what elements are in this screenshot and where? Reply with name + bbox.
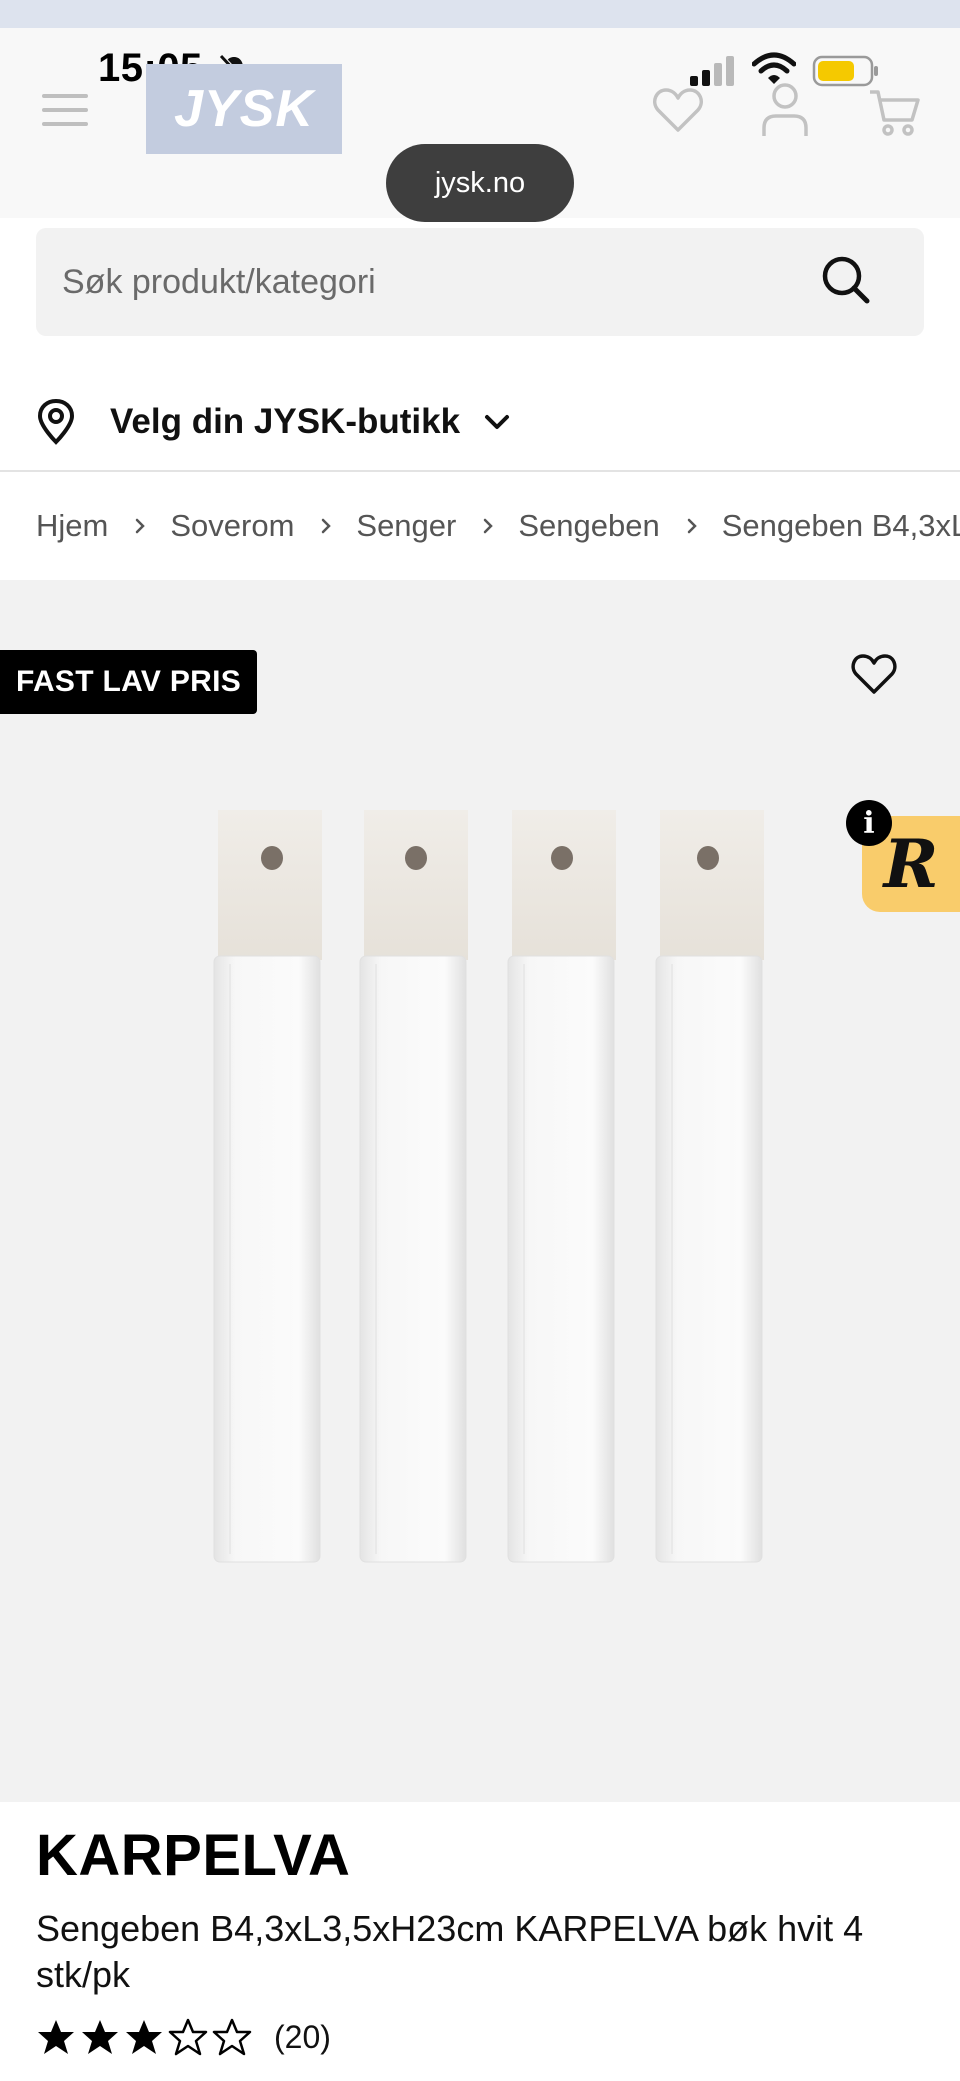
breadcrumb-item-current: Sengeben B4,3xL3: [721, 508, 960, 543]
store-selector-label: Velg din JYSK-butikk: [110, 402, 461, 441]
bed-leg-2: [359, 810, 468, 1563]
bed-leg-3: [507, 810, 616, 1563]
product-image[interactable]: [200, 806, 780, 1568]
battery-icon: [812, 55, 878, 87]
star-empty-icon: [212, 2018, 252, 2056]
chevron-down-icon: [485, 415, 510, 429]
add-to-wishlist-heart-icon[interactable]: [850, 652, 898, 696]
user-account-icon[interactable]: [760, 82, 810, 138]
breadcrumb: Hjem Soverom Senger Sengeben Sengeben B4…: [36, 498, 960, 554]
logo-text: JYSK: [174, 80, 314, 138]
star-filled-icon: [82, 2020, 118, 2054]
breadcrumb-item-senger[interactable]: Senger: [356, 508, 456, 544]
chevron-right-icon: [687, 518, 697, 534]
cell-signal-icon: [690, 56, 734, 86]
review-widget-letter: R: [883, 825, 939, 903]
menu-icon[interactable]: [42, 90, 88, 130]
search-box[interactable]: [36, 228, 924, 336]
breadcrumb-item-hjem[interactable]: Hjem: [36, 508, 108, 544]
chevron-right-icon: [322, 518, 332, 534]
store-selector[interactable]: Velg din JYSK-butikk: [36, 392, 512, 452]
location-pin-icon: [37, 399, 75, 445]
chevron-right-icon: [484, 518, 494, 534]
rating[interactable]: (20): [36, 2014, 331, 2060]
wishlist-heart-icon[interactable]: [652, 86, 704, 134]
divider: [0, 470, 960, 472]
search-input[interactable]: [62, 228, 822, 336]
chevron-right-icon: [136, 518, 146, 534]
bed-leg-1: [213, 810, 322, 1563]
search-icon[interactable]: [820, 254, 872, 306]
info-icon[interactable]: i: [846, 800, 892, 846]
jysk-logo[interactable]: JYSK: [146, 64, 342, 154]
star-empty-icon: [168, 2018, 208, 2056]
breadcrumb-item-sengeben[interactable]: Sengeben: [518, 508, 659, 544]
top-strip: [0, 0, 960, 28]
price-badge: FAST LAV PRIS: [0, 650, 258, 714]
review-count[interactable]: (20): [274, 2019, 331, 2056]
product-name: KARPELVA: [36, 1823, 351, 1888]
bed-leg-4: [655, 810, 764, 1563]
star-filled-icon: [38, 2020, 74, 2054]
url-pill[interactable]: jysk.no: [386, 144, 574, 222]
product-description: Sengeben B4,3xL3,5xH23cm KARPELVA bøk hv…: [36, 1908, 864, 1995]
shopping-cart-icon[interactable]: [868, 88, 920, 138]
wifi-icon: [752, 52, 796, 84]
star-filled-icon: [126, 2020, 162, 2054]
breadcrumb-item-soverom[interactable]: Soverom: [170, 508, 294, 544]
